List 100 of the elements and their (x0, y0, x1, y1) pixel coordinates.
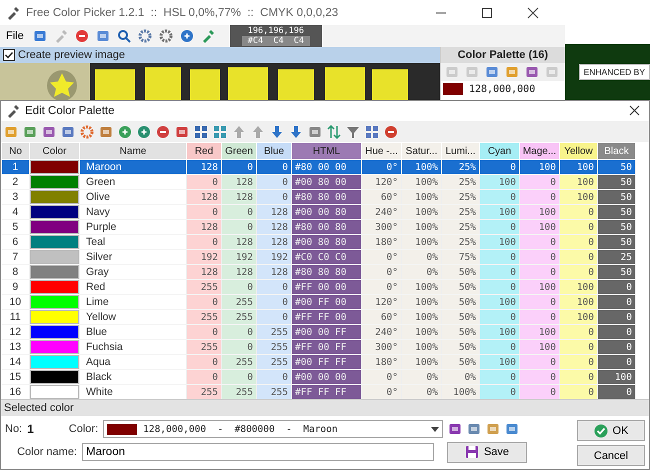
table-cell: Green (80, 174, 186, 190)
panel-header: Color Palette (16) (441, 47, 565, 63)
table-cell: 0 (480, 370, 520, 385)
color-dropdown[interactable]: 128,000,000 - #800000 - Maroon (103, 420, 444, 438)
table-cell: 255 (186, 340, 222, 355)
save-button[interactable]: Save (447, 442, 527, 462)
column-header[interactable]: Yellow (560, 142, 598, 160)
table-cell: 0 (480, 310, 520, 325)
color-value: 128,000,000 (469, 84, 536, 94)
table-cell: 192 (222, 250, 256, 265)
name-field[interactable]: Maroon (82, 443, 434, 461)
column-header[interactable]: Name (80, 142, 186, 160)
table-cell: 100% (402, 234, 442, 250)
ring-icon[interactable] (80, 124, 94, 139)
add-icon[interactable] (118, 124, 132, 139)
ok-button[interactable]: OK (577, 420, 645, 441)
grid-icon[interactable] (213, 124, 227, 139)
table-cell: 50 (598, 234, 636, 250)
cancel-button[interactable]: Cancel (577, 445, 645, 466)
sort-icon[interactable] (327, 124, 341, 139)
grid-icon[interactable] (194, 124, 208, 139)
table-cell: 0 (480, 220, 520, 235)
table-cell: 0 (560, 264, 598, 280)
table-cell: 128 (222, 264, 256, 280)
table-cell: 0 (520, 310, 560, 325)
table-cell: 0 (256, 310, 292, 325)
table-cell: 0° (362, 280, 402, 295)
table-cell: #C0 C0 C0 (292, 250, 362, 265)
table-cell: 0 (598, 384, 636, 400)
table-cell: 1 (2, 160, 30, 175)
table-cell: 255 (222, 384, 256, 400)
table-cell: 100 (560, 190, 598, 205)
table-cell: 0° (362, 160, 402, 175)
table-cell: 240° (362, 204, 402, 220)
table-cell: #FF 00 00 (292, 280, 362, 295)
column-header[interactable]: Lumi... (442, 142, 480, 160)
table-cell: #FF FF FF (292, 384, 362, 400)
maximize-icon[interactable] (480, 6, 493, 18)
table-cell: 128 (256, 234, 292, 250)
menu-item[interactable]: File (4, 30, 26, 42)
table-cell: 0% (402, 370, 442, 385)
table-cell: 0 (520, 190, 560, 205)
table-cell: 0 (186, 174, 222, 190)
table-cell: 50 (598, 190, 636, 205)
table-cell: 50% (442, 340, 480, 355)
down-icon[interactable] (270, 124, 284, 139)
table-cell: 100% (402, 190, 442, 205)
table-cell: 128 (186, 264, 222, 280)
table-cell: 100% (402, 204, 442, 220)
column-header[interactable]: No (2, 142, 30, 160)
column-header[interactable]: Cyan (480, 142, 520, 160)
column-header[interactable]: Red (186, 142, 222, 160)
table-cell: 300° (362, 340, 402, 355)
table-cell: 128 (222, 174, 256, 190)
table-cell: Fuchsia (80, 340, 186, 355)
table-cell: 25% (442, 190, 480, 205)
table-cell: 0 (598, 324, 636, 340)
table-cell: #00 00 00 (292, 370, 362, 385)
table-cell: 100 (560, 160, 598, 175)
filter-icon[interactable] (346, 124, 360, 139)
table-cell: 0 (598, 280, 636, 295)
up-icon[interactable] (251, 124, 265, 139)
field-label: Color name: (16, 446, 77, 458)
up-icon[interactable] (232, 124, 246, 139)
table-cell: 0 (560, 340, 598, 355)
column-header[interactable]: Color (30, 142, 80, 160)
table-cell: 128 (186, 190, 222, 205)
column-header[interactable]: Mage... (520, 142, 560, 160)
table-cell: 100 (520, 220, 560, 235)
table-cell: 240° (362, 324, 402, 340)
table-cell: 255 (222, 354, 256, 370)
table-cell: 0 (560, 384, 598, 400)
hex-value: #C4 C4 C4 (242, 36, 310, 46)
column-header[interactable]: Satur... (402, 142, 442, 160)
checkbox[interactable] (3, 49, 15, 61)
enhanced-by-button[interactable]: ENHANCED BY (578, 64, 650, 80)
down-icon[interactable] (289, 124, 303, 139)
add-icon[interactable] (137, 124, 151, 139)
table-cell: Lime (80, 294, 186, 310)
column-header[interactable]: Hue -... (362, 142, 402, 160)
table-cell: Blue (80, 324, 186, 340)
field-label: No: (5, 423, 22, 435)
table-cell: 255 (186, 384, 222, 400)
table-cell: 0 (256, 280, 292, 295)
table-cell: 0 (560, 220, 598, 235)
table-cell: 255 (256, 340, 292, 355)
search-icon[interactable] (116, 29, 131, 43)
table-cell: Teal (80, 234, 186, 250)
table-cell: 0 (560, 234, 598, 250)
table-cell: 0 (222, 280, 256, 295)
table-cell: 0% (402, 384, 442, 400)
table-cell: 100 (560, 294, 598, 310)
table-cell: 0 (186, 370, 222, 385)
table-cell: 0 (222, 220, 256, 235)
table-cell: 0 (256, 190, 292, 205)
column-header[interactable]: Blue (256, 142, 292, 160)
table-cell: #00 00 FF (292, 324, 362, 340)
remove-icon[interactable] (156, 124, 170, 139)
column-header[interactable]: Green (222, 142, 256, 160)
column-header[interactable]: HTML (292, 142, 362, 160)
